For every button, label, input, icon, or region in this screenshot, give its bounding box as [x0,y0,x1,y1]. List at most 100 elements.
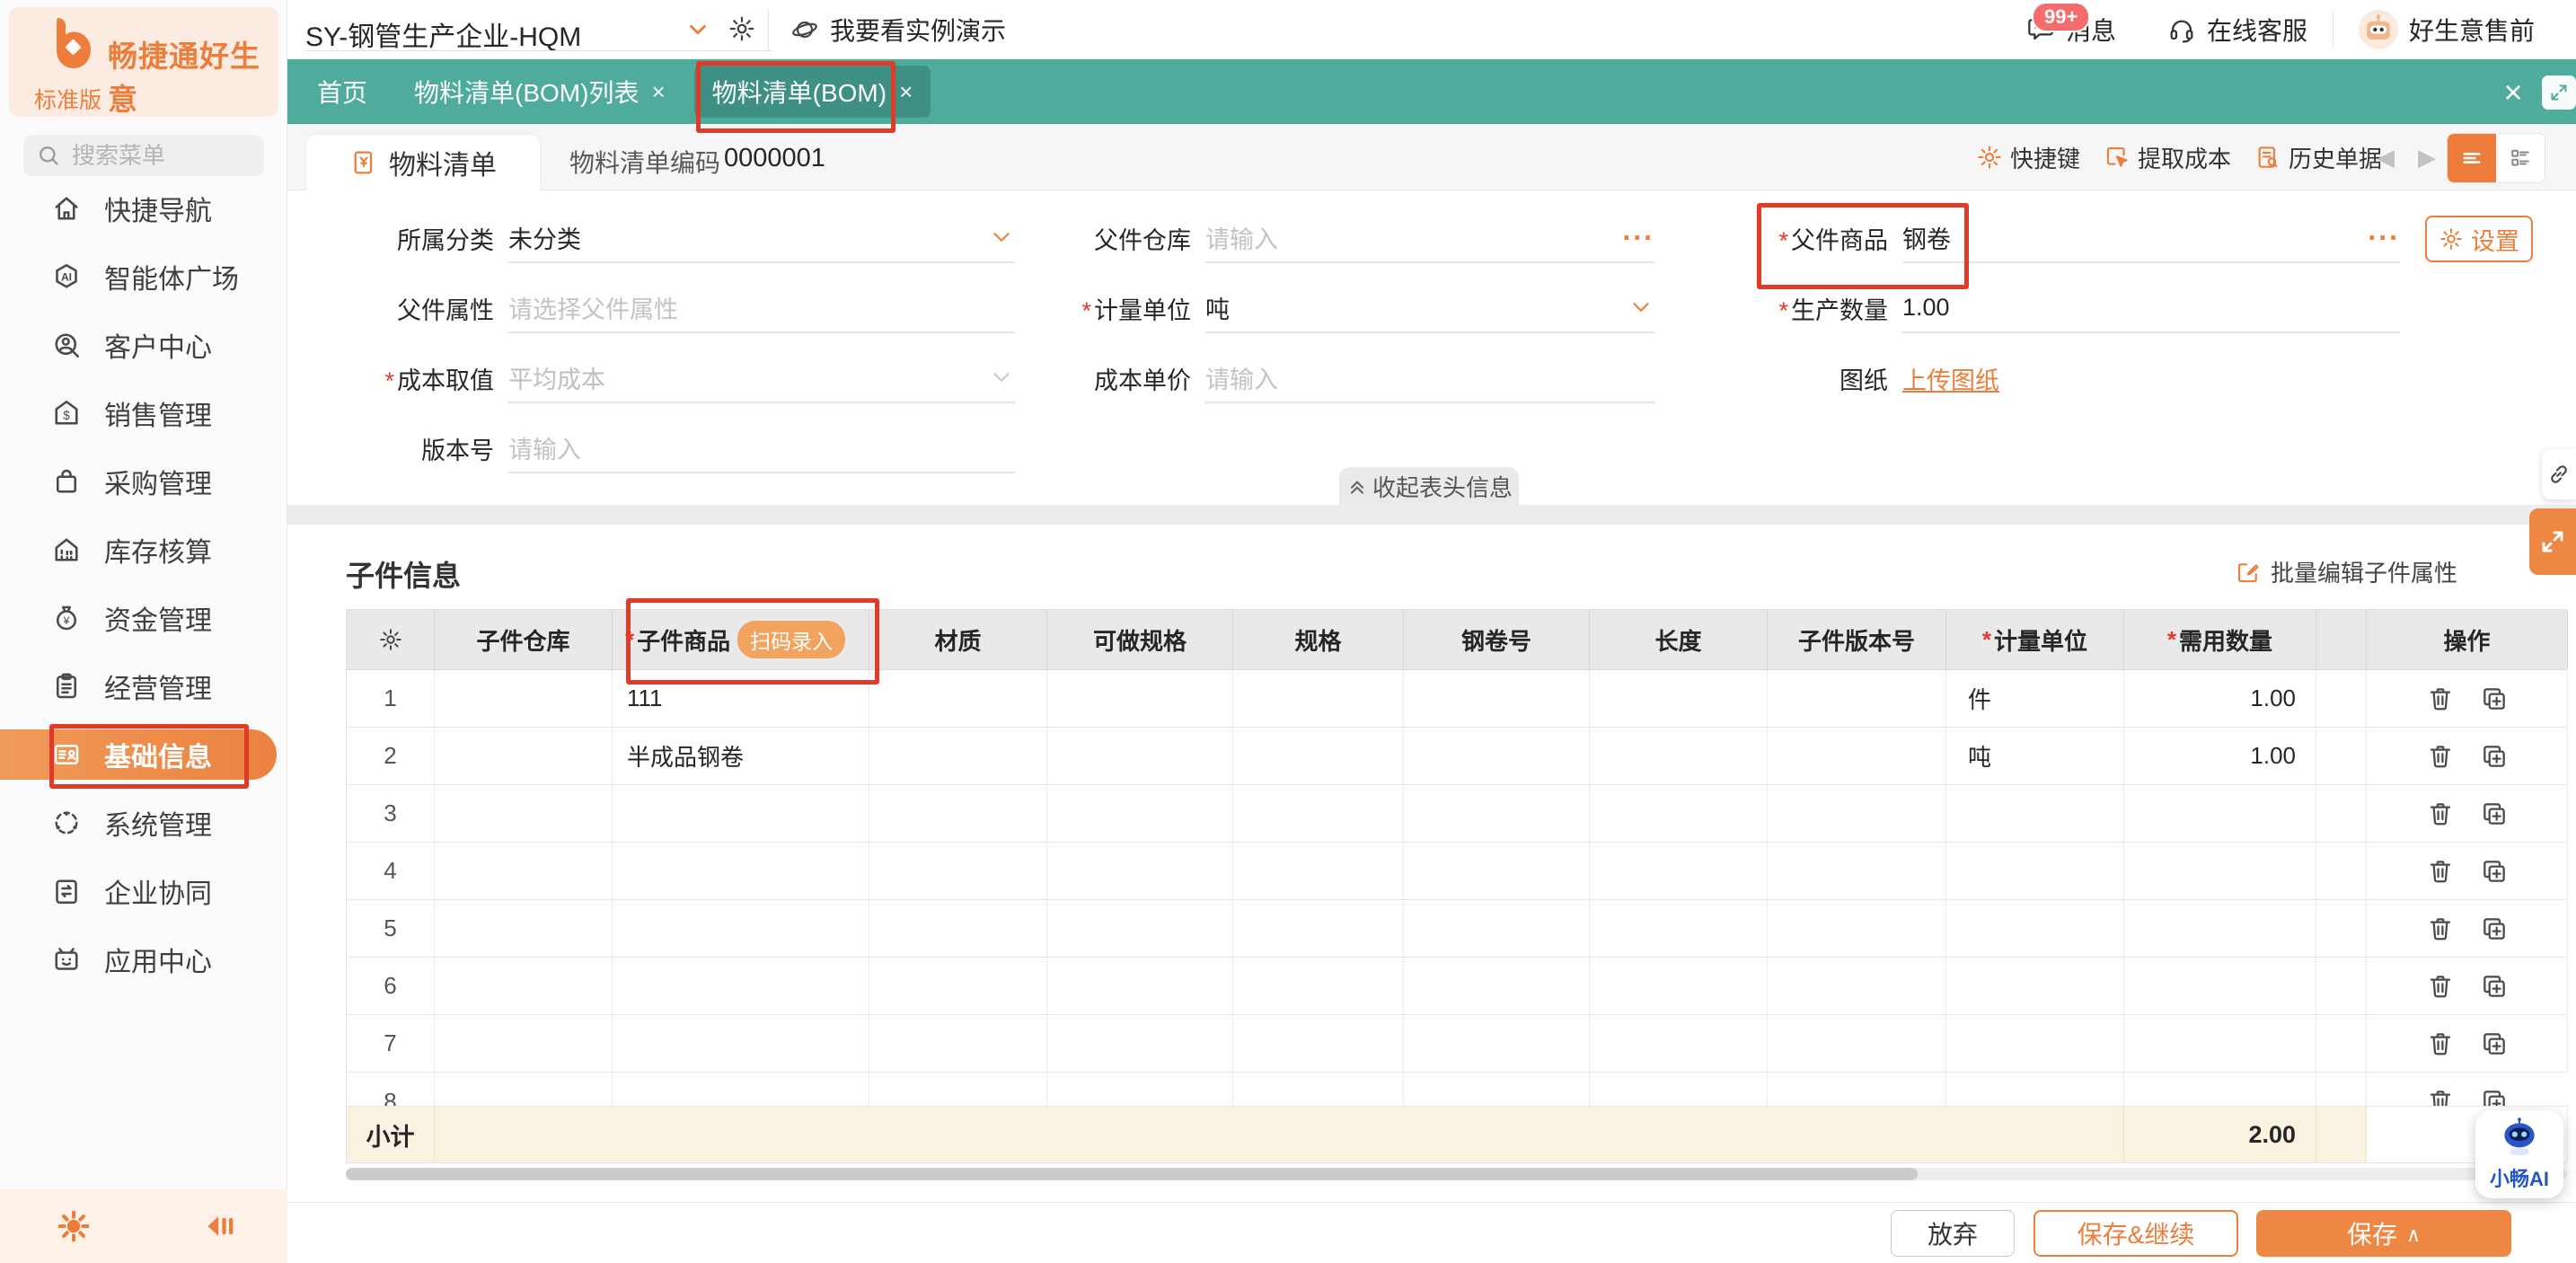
table-cell[interactable] [1047,1015,1233,1072]
demo-link[interactable]: 我要看实例演示 [790,0,1006,59]
table-cell[interactable] [2316,958,2367,1014]
sidebar-item-quick-nav[interactable]: 快捷导航 [0,174,287,243]
table-cell[interactable] [1047,958,1233,1014]
ai-assistant-button[interactable]: 小畅AI [2475,1110,2563,1198]
table-cell[interactable] [1946,958,2124,1014]
qty-cell[interactable] [2124,785,2316,842]
table-cell[interactable] [1946,843,2124,899]
table-cell[interactable] [435,900,613,957]
table-cell[interactable] [435,958,613,1014]
more-options-icon[interactable]: ... [2368,221,2400,239]
table-cell[interactable] [1233,1073,1404,1107]
column-settings-gear-icon[interactable] [347,610,435,669]
table-cell[interactable] [1590,958,1768,1014]
shortcut-keys-button[interactable]: 快捷键 [1976,141,2080,174]
collapse-sidebar-icon[interactable] [201,1208,237,1244]
table-cell[interactable] [1404,670,1590,727]
cost-method-select[interactable]: 平均成本 [508,353,1015,403]
table-cell[interactable] [1233,843,1404,899]
batch-edit-button[interactable]: 批量编辑子件属性 [2235,555,2457,588]
delete-row-icon[interactable] [2426,972,2455,1001]
child-product-cell[interactable] [613,843,869,899]
table-cell[interactable] [1404,900,1590,957]
child-product-cell[interactable]: 半成品钢卷 [613,728,869,784]
table-cell[interactable] [1047,728,1233,784]
sidebar-item-ai-plaza[interactable]: AI智能体广场 [0,243,287,311]
table-cell[interactable] [435,843,613,899]
sidebar-item-customer-center[interactable]: 客户中心 [0,311,287,379]
table-cell[interactable] [1590,728,1768,784]
delete-row-icon[interactable] [2426,799,2455,828]
sidebar-item-base-info[interactable]: 基础信息 [0,729,277,780]
qty-cell[interactable] [2124,900,2316,957]
tab-bom-form[interactable]: 物料清单(BOM)× [694,66,931,118]
table-cell[interactable] [1946,900,2124,957]
close-all-tabs-icon[interactable]: × [2495,74,2531,111]
discard-button[interactable]: 放弃 [1891,1210,2015,1257]
upload-drawing-link[interactable]: 上传图纸 [1902,361,1999,396]
settings-button[interactable]: 设置 [2425,216,2533,262]
table-cell[interactable] [2316,1015,2367,1072]
table-cell[interactable] [869,1015,1047,1072]
table-cell[interactable] [1768,728,1946,784]
table-cell[interactable] [1404,958,1590,1014]
table-cell[interactable] [1047,785,1233,842]
delete-row-icon[interactable] [2426,914,2455,943]
category-select[interactable]: 未分类 [508,213,1015,263]
table-cell[interactable] [1047,843,1233,899]
production-qty-field[interactable]: 1.00 [1902,283,2400,333]
horizontal-scrollbar[interactable] [346,1168,2567,1180]
sidebar-item-funds-mgmt[interactable]: ¥资金管理 [0,584,287,652]
table-cell[interactable] [1404,1073,1590,1107]
table-cell[interactable] [1768,1073,1946,1107]
table-cell[interactable] [1590,670,1768,727]
table-cell[interactable] [1768,958,1946,1014]
user-menu[interactable]: 好生意售前 [2359,10,2535,49]
table-cell[interactable] [1768,785,1946,842]
fullscreen-icon[interactable] [2542,75,2576,110]
table-cell[interactable] [1590,900,1768,957]
table-cell[interactable] [1946,785,2124,842]
extract-cost-button[interactable]: 提取成本 [2104,141,2231,174]
save-button[interactable]: 保存 ∧ [2256,1210,2511,1257]
table-cell[interactable] [1590,1073,1768,1107]
copy-row-icon[interactable] [2480,914,2509,943]
table-cell[interactable] [1590,843,1768,899]
table-cell[interactable] [1047,1073,1233,1107]
close-icon[interactable]: × [899,78,913,106]
expand-panel-button[interactable] [2529,508,2576,575]
table-cell[interactable] [1047,900,1233,957]
copy-row-icon[interactable] [2480,1029,2509,1058]
table-cell[interactable] [1404,1015,1590,1072]
table-cell[interactable] [1946,1015,2124,1072]
scan-entry-button[interactable]: 扫码录入 [737,621,845,658]
table-cell[interactable] [1404,843,1590,899]
table-cell[interactable] [435,670,613,727]
sidebar-item-inventory-accounting[interactable]: 库存核算 [0,516,287,584]
qty-cell[interactable]: 1.00 [2124,728,2316,784]
scrollbar-thumb[interactable] [346,1168,1918,1180]
table-cell[interactable] [2316,670,2367,727]
attachment-link-button[interactable] [2542,449,2576,499]
sidebar-item-sales-mgmt[interactable]: $销售管理 [0,379,287,447]
delete-row-icon[interactable] [2426,684,2455,713]
menu-search-input[interactable] [70,141,226,171]
copy-row-icon[interactable] [2480,742,2509,771]
company-selector[interactable]: SY-钢管生产企业-HQM [305,14,581,54]
copy-row-icon[interactable] [2480,857,2509,886]
delete-row-icon[interactable] [2426,742,2455,771]
next-record-icon[interactable]: ▶ [2418,144,2436,172]
child-product-cell[interactable] [613,958,869,1014]
more-options-icon[interactable]: ... [1622,221,1654,239]
sidebar-item-operations-mgmt[interactable]: 经营管理 [0,652,287,720]
qty-cell[interactable] [2124,843,2316,899]
drawing-field[interactable]: 上传图纸 [1902,354,2400,402]
cost-price-field[interactable]: 请输入 [1205,353,1654,403]
table-cell[interactable] [1233,728,1404,784]
copy-row-icon[interactable] [2480,972,2509,1001]
parent-attr-field[interactable]: 请选择父件属性 [508,283,1015,333]
table-cell[interactable] [435,728,613,784]
table-cell[interactable] [869,1073,1047,1107]
table-cell[interactable] [869,843,1047,899]
table-cell[interactable] [2316,900,2367,957]
